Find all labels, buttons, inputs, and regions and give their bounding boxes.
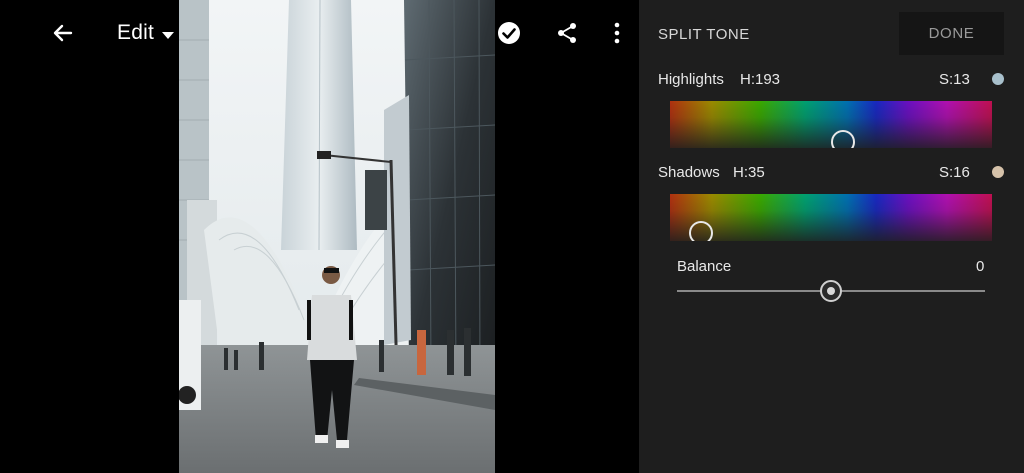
shadows-color-swatch: [992, 166, 1004, 178]
check-circle-icon[interactable]: [494, 18, 524, 48]
balance-value: 0: [976, 258, 985, 275]
highlights-hue-value: H:193: [740, 71, 781, 88]
shadows-hue-value: H:35: [733, 164, 765, 181]
split-tone-panel: SPLIT TONE DONE Highlights H:193 S:13 Sh…: [639, 0, 1024, 473]
done-button[interactable]: DONE: [899, 12, 1004, 55]
shadows-color-field[interactable]: [670, 194, 992, 241]
edit-menu-label[interactable]: Edit: [117, 21, 154, 45]
more-vertical-icon[interactable]: [602, 18, 632, 48]
panel-title: SPLIT TONE: [658, 26, 750, 43]
highlights-color-swatch: [992, 73, 1004, 85]
highlights-color-field[interactable]: [670, 101, 992, 148]
highlights-saturation-value: S:13: [939, 71, 970, 88]
chevron-down-icon[interactable]: [162, 27, 174, 45]
highlights-color-picker[interactable]: [830, 129, 855, 148]
share-icon[interactable]: [552, 18, 582, 48]
photo-canvas[interactable]: [179, 0, 495, 473]
shadows-saturation-value: S:16: [939, 164, 970, 181]
highlights-label: Highlights: [658, 71, 724, 88]
balance-slider-thumb[interactable]: [820, 280, 842, 302]
shadows-label: Shadows: [658, 164, 720, 181]
balance-label: Balance: [677, 258, 732, 275]
arrow-left-icon[interactable]: [48, 18, 78, 48]
shadows-color-picker[interactable]: [689, 221, 714, 241]
